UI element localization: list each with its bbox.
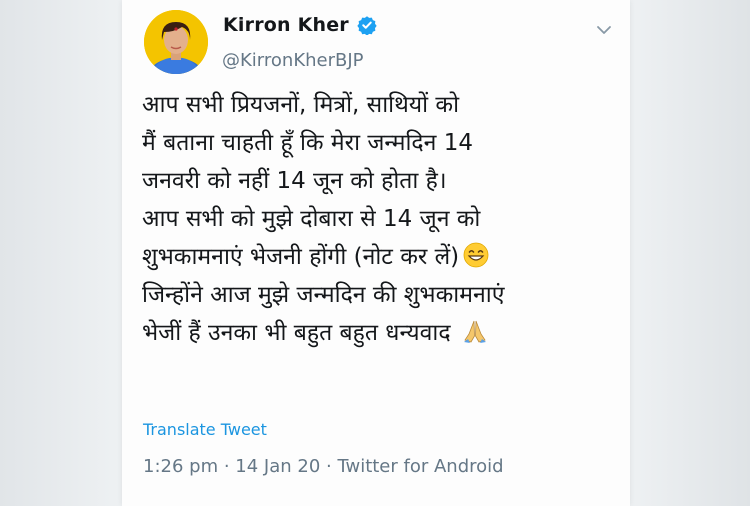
author-name-row[interactable]: Kirron Kher (223, 14, 377, 36)
tweet-date[interactable]: 14 Jan 20 (235, 456, 320, 477)
background-right (630, 0, 750, 506)
tweet-line: शुभकामनाएं भेजनी होंगी (नोट कर लें) (142, 244, 460, 270)
tweet-text: आप सभी प्रियजनों, मित्रों, साथियों को मै… (142, 86, 622, 352)
chevron-down-icon[interactable] (594, 20, 614, 40)
tweet-line: जनवरी को नहीं 14 जून को होता है। (142, 168, 447, 194)
tweet-line: मैं बताना चाहती हूँ कि मेरा जन्मदिन 14 (142, 130, 473, 156)
tweet-source-link[interactable]: Twitter for Android (337, 456, 503, 477)
translate-tweet-link[interactable]: Translate Tweet (143, 420, 267, 439)
folded-hands-emoji (462, 318, 488, 344)
tweet-line-with-emoji: भेजीं हैं उनका भी बहुत बहुत धन्यवाद (142, 314, 622, 352)
tweet-line-with-emoji: शुभकामनाएं भेजनी होंगी (नोट कर लें) (142, 238, 622, 276)
tweet-line: आप सभी प्रियजनों, मित्रों, साथियों को (142, 92, 460, 118)
tweet-card: Kirron Kher @KirronKherBJP आप सभी प्रियज… (122, 0, 630, 506)
verified-badge-icon (357, 15, 377, 36)
tweet-meta: 1:26 pm · 14 Jan 20 · Twitter for Androi… (143, 456, 504, 477)
tweet-line: जिन्होंने आज मुझे जन्मदिन की शुभकामनाएं (142, 282, 505, 308)
background-left (0, 0, 122, 506)
tweet-time[interactable]: 1:26 pm (143, 456, 218, 477)
grinning-emoji (463, 242, 489, 268)
avatar[interactable] (144, 10, 208, 74)
avatar-image (144, 10, 208, 74)
meta-separator: · (320, 456, 338, 477)
author-name[interactable]: Kirron Kher (223, 14, 349, 36)
author-handle[interactable]: @KirronKherBJP (222, 50, 364, 71)
tweet-line: आप सभी को मुझे दोबारा से 14 जून को (142, 206, 481, 232)
meta-separator: · (218, 456, 236, 477)
tweet-line: भेजीं हैं उनका भी बहुत बहुत धन्यवाद (142, 320, 458, 346)
